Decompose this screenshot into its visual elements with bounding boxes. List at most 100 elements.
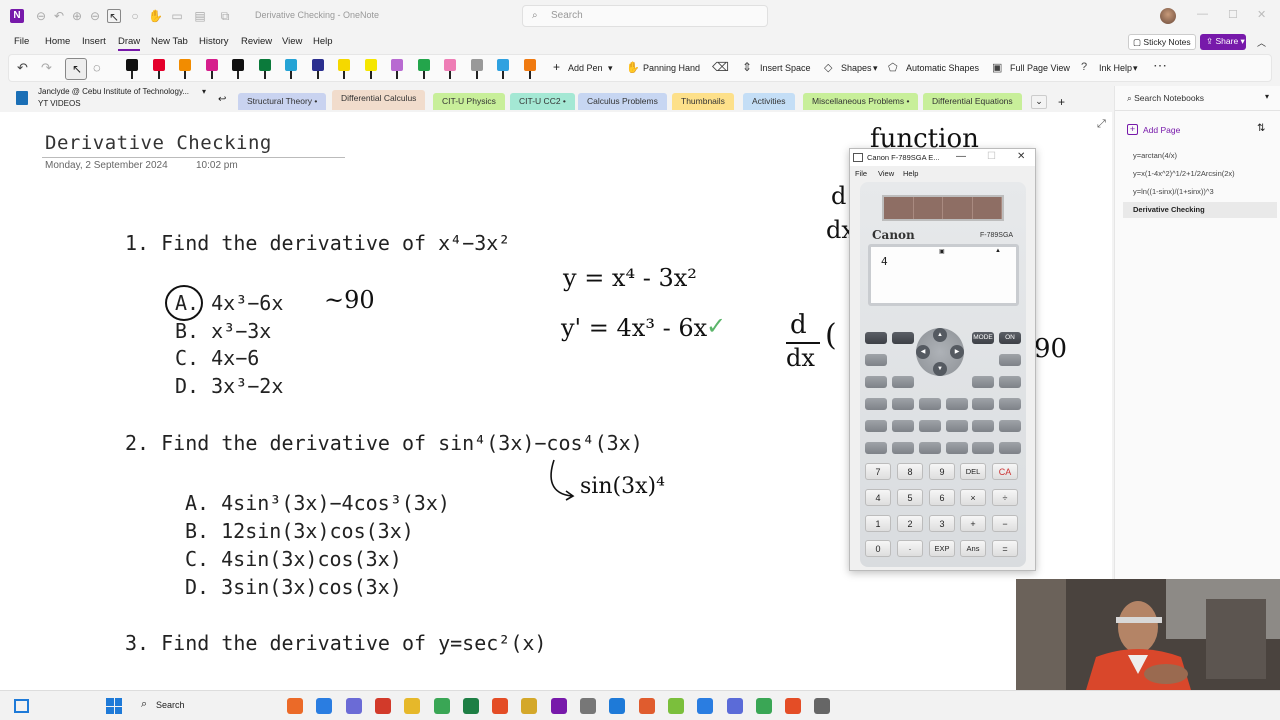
pen-14[interactable] (470, 57, 484, 81)
page-list-item[interactable]: y=x(1-4x^2)^1/2+1/2Arcsin(2x) (1123, 166, 1277, 182)
key-op[interactable]: − (992, 515, 1018, 532)
key-op[interactable]: DEL (960, 463, 986, 480)
insert-space-button[interactable]: Insert Space (760, 63, 811, 73)
avatar[interactable] (1160, 8, 1176, 24)
more-options-icon[interactable]: ⋯ (1153, 57, 1167, 74)
arrow-down-icon[interactable]: ▼ (933, 362, 947, 376)
calc-menu-file[interactable]: File (855, 169, 867, 178)
tab-draw[interactable]: Draw (118, 36, 141, 51)
notebook-name[interactable]: Janclyde @ Cebu Institute of Technology.… (38, 87, 189, 96)
taskbar-app-icon[interactable] (726, 698, 743, 714)
sci-key[interactable] (972, 376, 994, 388)
pen-11[interactable] (390, 57, 404, 81)
on-key[interactable]: ON (999, 332, 1021, 344)
page-list-item[interactable]: Derivative Checking (1123, 202, 1277, 218)
tab-view[interactable]: View (282, 36, 302, 47)
arrow-up-icon[interactable]: ▲ (933, 328, 947, 342)
search-icon[interactable]: ⌕ (141, 698, 147, 711)
key-op[interactable]: × (960, 489, 986, 506)
search-input[interactable]: ⌕ Search (522, 5, 768, 27)
taskbar-app-icon[interactable] (697, 698, 714, 714)
full-page-view-button[interactable]: Full Page View (1010, 63, 1070, 73)
mode-key[interactable]: MODE (972, 332, 994, 344)
key-digit[interactable]: 2 (897, 515, 923, 532)
tab-review[interactable]: Review (241, 36, 272, 47)
section-tab-3[interactable]: CIT-U Physics (433, 93, 505, 110)
tab-insert[interactable]: Insert (82, 36, 106, 47)
add-page-button[interactable]: + Add Page (1123, 122, 1277, 138)
ink-help-button[interactable]: Ink Help (1099, 63, 1132, 73)
notebook-search-input[interactable]: ⌕ Search Notebooks (1127, 93, 1204, 104)
arrow-right-icon[interactable]: ▶ (950, 345, 964, 359)
taskbar-app-icon[interactable] (404, 698, 421, 714)
key-digit[interactable]: 1 (865, 515, 891, 532)
sci-key[interactable] (865, 442, 887, 454)
replay-dpad[interactable]: ▲ ▼ ◀ ▶ (916, 328, 964, 376)
section-tab-8[interactable]: Miscellaneous Problems • (803, 93, 919, 110)
expand-icon[interactable]: ⤢ (1097, 118, 1106, 131)
pen-15[interactable] (496, 57, 510, 81)
key-digit[interactable]: 8 (897, 463, 923, 480)
taskbar-app-icon[interactable] (492, 698, 509, 714)
sci-key[interactable] (999, 420, 1021, 432)
lasso-select-icon[interactable]: ◌ (93, 60, 101, 75)
paint-icon[interactable]: ▭ (170, 9, 184, 23)
sci-key[interactable] (999, 376, 1021, 388)
close-icon[interactable]: ✕ (1017, 151, 1025, 162)
sci-key[interactable] (946, 398, 968, 410)
minimize-icon[interactable]: — (1197, 8, 1208, 20)
calc-menu-view[interactable]: View (878, 169, 894, 178)
calculator-window[interactable]: Canon F-789SGA E... — ☐ ✕ File View Help… (849, 148, 1036, 571)
hand-icon[interactable]: ✋ (148, 9, 163, 23)
calc-function-key[interactable] (999, 354, 1021, 366)
taskbar-app-icon[interactable] (755, 698, 772, 714)
page-list-item[interactable]: y=ln((1-sinx)/(1+sinx))^3 (1123, 184, 1277, 200)
back-icon[interactable]: ⊖ (34, 9, 48, 23)
share-button[interactable]: ⇪ Share ▾ (1200, 34, 1246, 50)
key-op[interactable]: = (992, 540, 1018, 557)
taskbar-app-icon[interactable] (550, 698, 567, 714)
sci-key[interactable] (972, 398, 994, 410)
pen-4[interactable] (205, 57, 219, 81)
sci-key[interactable] (972, 420, 994, 432)
maximize-icon[interactable]: ☐ (1228, 8, 1238, 21)
add-pen-button[interactable]: Add Pen (568, 63, 603, 73)
key-op[interactable]: + (960, 515, 986, 532)
eraser-icon[interactable]: ⌫ (712, 60, 729, 74)
select-tool-icon[interactable]: ↖ (107, 9, 121, 24)
pen-5[interactable] (231, 57, 245, 81)
copy-icon[interactable]: ⧉ (218, 9, 232, 23)
collapse-ribbon-icon[interactable]: ︿ (1257, 36, 1266, 49)
tab-file[interactable]: File (14, 36, 29, 47)
sort-icon[interactable]: ⇅ (1257, 123, 1265, 134)
key-digit[interactable]: · (897, 540, 923, 557)
sci-key[interactable] (999, 398, 1021, 410)
automatic-shapes-button[interactable]: Automatic Shapes (906, 63, 979, 73)
sci-key[interactable] (919, 398, 941, 410)
close-icon[interactable]: ✕ (1257, 8, 1266, 21)
undo-icon[interactable]: ↶ (17, 60, 28, 76)
pen-8[interactable] (311, 57, 325, 81)
sci-key[interactable] (999, 442, 1021, 454)
key-op[interactable]: ÷ (992, 489, 1018, 506)
layout-icon[interactable]: ▤ (193, 9, 207, 23)
zoom-out-icon[interactable]: ⊖ (88, 9, 102, 23)
page-list-item[interactable]: y=arctan(4/x) (1123, 148, 1277, 164)
alpha-key[interactable] (892, 332, 914, 344)
select-objects-button[interactable]: ↖ (65, 58, 87, 80)
key-digit[interactable]: 7 (865, 463, 891, 480)
section-tab-2[interactable]: Differential Calculus (332, 90, 426, 110)
section-tab-5[interactable]: Calculus Problems (578, 93, 667, 110)
sci-key[interactable] (892, 376, 914, 388)
sci-key[interactable] (892, 398, 914, 410)
key-digit[interactable]: 6 (929, 489, 955, 506)
calc-menu-help[interactable]: Help (903, 169, 918, 178)
section-tab-6[interactable]: Thumbnails (672, 93, 734, 110)
start-icon[interactable] (106, 698, 122, 714)
sci-key[interactable] (892, 420, 914, 432)
pen-9[interactable] (337, 57, 351, 81)
section-tab-7[interactable]: Activities (743, 93, 795, 110)
key-digit[interactable]: 5 (897, 489, 923, 506)
taskbar-app-icon[interactable] (345, 698, 362, 714)
tab-history[interactable]: History (199, 36, 229, 47)
